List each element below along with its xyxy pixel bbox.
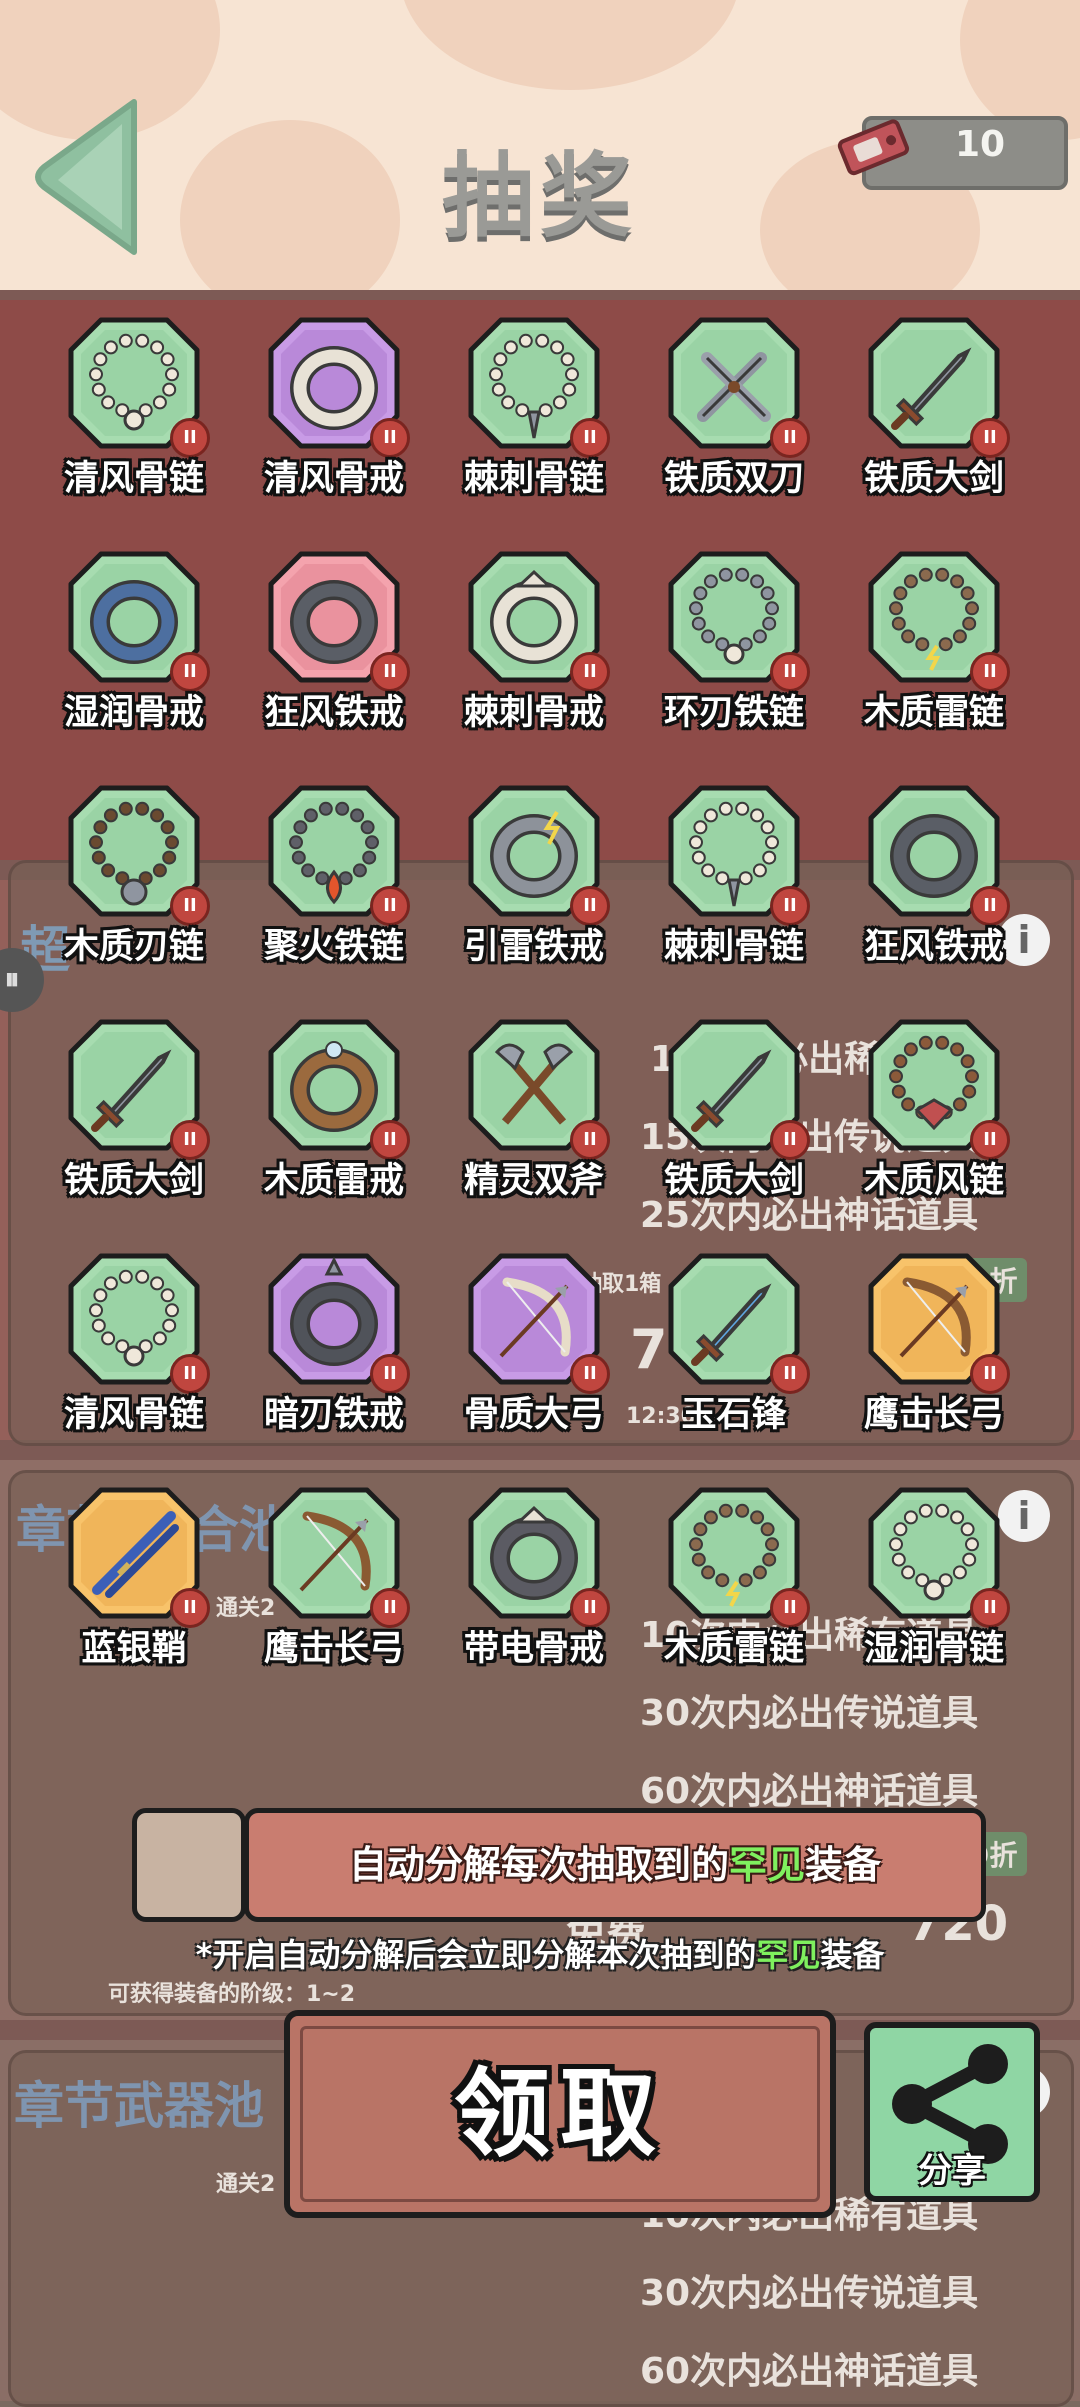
reward-item[interactable]: II 木质雷链 (634, 1486, 834, 1686)
auto-decompose-checkbox[interactable] (132, 1808, 246, 1922)
auto-decompose-text: 自动分解每次抽取到的 (348, 1843, 729, 1887)
reward-item[interactable]: II 带电骨戒 (434, 1486, 634, 1686)
reward-item[interactable]: II 狂风铁戒 (834, 784, 1034, 984)
reward-item[interactable]: II 环刃铁链 (634, 550, 834, 750)
reward-item[interactable]: II 聚火铁链 (234, 784, 434, 984)
reward-name: 清风骨链 (63, 1395, 204, 1435)
share-label: 分享 (918, 2151, 986, 2191)
reward-name: 木质刃链 (63, 927, 204, 967)
reward-item[interactable]: II 木质雷戒 (234, 1018, 434, 1218)
note-text: 装备 (820, 1936, 885, 1974)
reward-grid: II 清风骨链 II 清风骨戒 II 棘刺骨链 II 铁质双刀 II 铁质大剑 II 湿润骨戒 II 狂风… (0, 0, 1080, 1700)
reward-item[interactable]: II 木质风链 (834, 1018, 1034, 1218)
reward-name: 精灵双斧 (463, 1161, 604, 1201)
reward-item[interactable]: II 棘刺骨戒 (434, 550, 634, 750)
reward-name: 清风骨戒 (263, 459, 404, 499)
reward-item[interactable]: II 精灵双斧 (434, 1018, 634, 1218)
share-button[interactable]: 分享 (864, 2022, 1040, 2202)
auto-decompose-note: *开启自动分解后会立即分解本次抽到的罕见装备 (0, 1930, 1080, 1976)
reward-item[interactable]: II 暗刃铁戒 (234, 1252, 434, 1452)
reward-item[interactable]: II 骨质大弓 (434, 1252, 634, 1452)
reward-item[interactable]: II 鹰击长弓 (834, 1252, 1034, 1452)
reward-item[interactable]: II 清风骨链 (34, 316, 234, 516)
reward-name: 清风骨链 (63, 459, 204, 499)
reward-item[interactable]: II 玉石锋 (634, 1252, 834, 1452)
reward-name: 棘刺骨戒 (463, 693, 604, 733)
reward-name: 狂风铁戒 (263, 693, 404, 733)
reward-name: 棘刺骨链 (463, 459, 604, 499)
note-text: *开启自动分解后会立即分解本次抽到的 (195, 1936, 757, 1974)
reward-name: 铁质大剑 (663, 1161, 804, 1201)
bg-pool2-line: 60次内必出神话道具 (640, 1771, 979, 1812)
reward-name: 木质雷链 (863, 693, 1004, 733)
reward-name: 铁质大剑 (863, 459, 1004, 499)
reward-item[interactable]: II 铁质大剑 (634, 1018, 834, 1218)
reward-item[interactable]: II 棘刺骨链 (434, 316, 634, 516)
reward-name: 环刃铁链 (663, 693, 804, 733)
reward-item[interactable]: II 狂风铁戒 (234, 550, 434, 750)
bg-pool3-line: 30次内必出传说道具 (640, 2273, 979, 2314)
reward-name: 骨质大弓 (463, 1395, 604, 1435)
reward-item[interactable]: II 铁质大剑 (834, 316, 1034, 516)
bg-unlock: 通关2 (216, 2172, 276, 2197)
reward-name: 引雷铁戒 (463, 927, 604, 967)
reward-item[interactable]: II 棘刺骨链 (634, 784, 834, 984)
reward-name: 狂风铁戒 (863, 927, 1004, 967)
bg-tier-label: 可获得装备的阶级：1~2 (108, 1982, 356, 2007)
auto-decompose-text: 装备 (805, 1843, 882, 1887)
bg-pool3-line: 60次内必出神话道具 (640, 2351, 979, 2392)
reward-name: 带电骨戒 (463, 1629, 604, 1669)
reward-name: 木质雷链 (663, 1629, 804, 1669)
reward-name: 湿润骨戒 (63, 693, 204, 733)
reward-item[interactable]: II 清风骨链 (34, 1252, 234, 1452)
reward-item[interactable]: II 铁质双刀 (634, 316, 834, 516)
reward-item[interactable]: II 湿润骨戒 (34, 550, 234, 750)
reward-name: 铁质双刀 (663, 459, 804, 499)
reward-item[interactable]: II 湿润骨链 (834, 1486, 1034, 1686)
reward-name: 湿润骨链 (863, 1629, 1004, 1669)
reward-name: 鹰击长弓 (863, 1395, 1004, 1435)
claim-label: 领取 (454, 2058, 666, 2170)
reward-name: 木质风链 (863, 1161, 1004, 1201)
reward-name: 棘刺骨链 (663, 927, 804, 967)
rarity-highlight: 罕见 (728, 1843, 805, 1887)
reward-item[interactable]: II 引雷铁戒 (434, 784, 634, 984)
bg-pool3-header: 章节武器池 (14, 2077, 264, 2135)
reward-item[interactable]: II 鹰击长弓 (234, 1486, 434, 1686)
reward-item[interactable]: II 木质刃链 (34, 784, 234, 984)
reward-name: 铁质大剑 (63, 1161, 204, 1201)
reward-name: 木质雷戒 (263, 1161, 404, 1201)
claim-button[interactable]: 领取 (284, 2010, 836, 2218)
reward-name: 暗刃铁戒 (263, 1395, 404, 1435)
reward-name: 鹰击长弓 (263, 1629, 404, 1669)
note-highlight: 罕见 (756, 1936, 821, 1974)
reward-item[interactable]: II 清风骨戒 (234, 316, 434, 516)
reward-name: 玉石锋 (681, 1395, 787, 1435)
reward-name: 蓝银鞘 (81, 1629, 187, 1669)
reward-item[interactable]: II 铁质大剑 (34, 1018, 234, 1218)
auto-decompose-label[interactable]: 自动分解每次抽取到的罕见装备 (244, 1808, 986, 1922)
reward-name: 聚火铁链 (263, 927, 404, 967)
reward-item[interactable]: II 蓝银鞘 (34, 1486, 234, 1686)
reward-item[interactable]: II 木质雷链 (834, 550, 1034, 750)
